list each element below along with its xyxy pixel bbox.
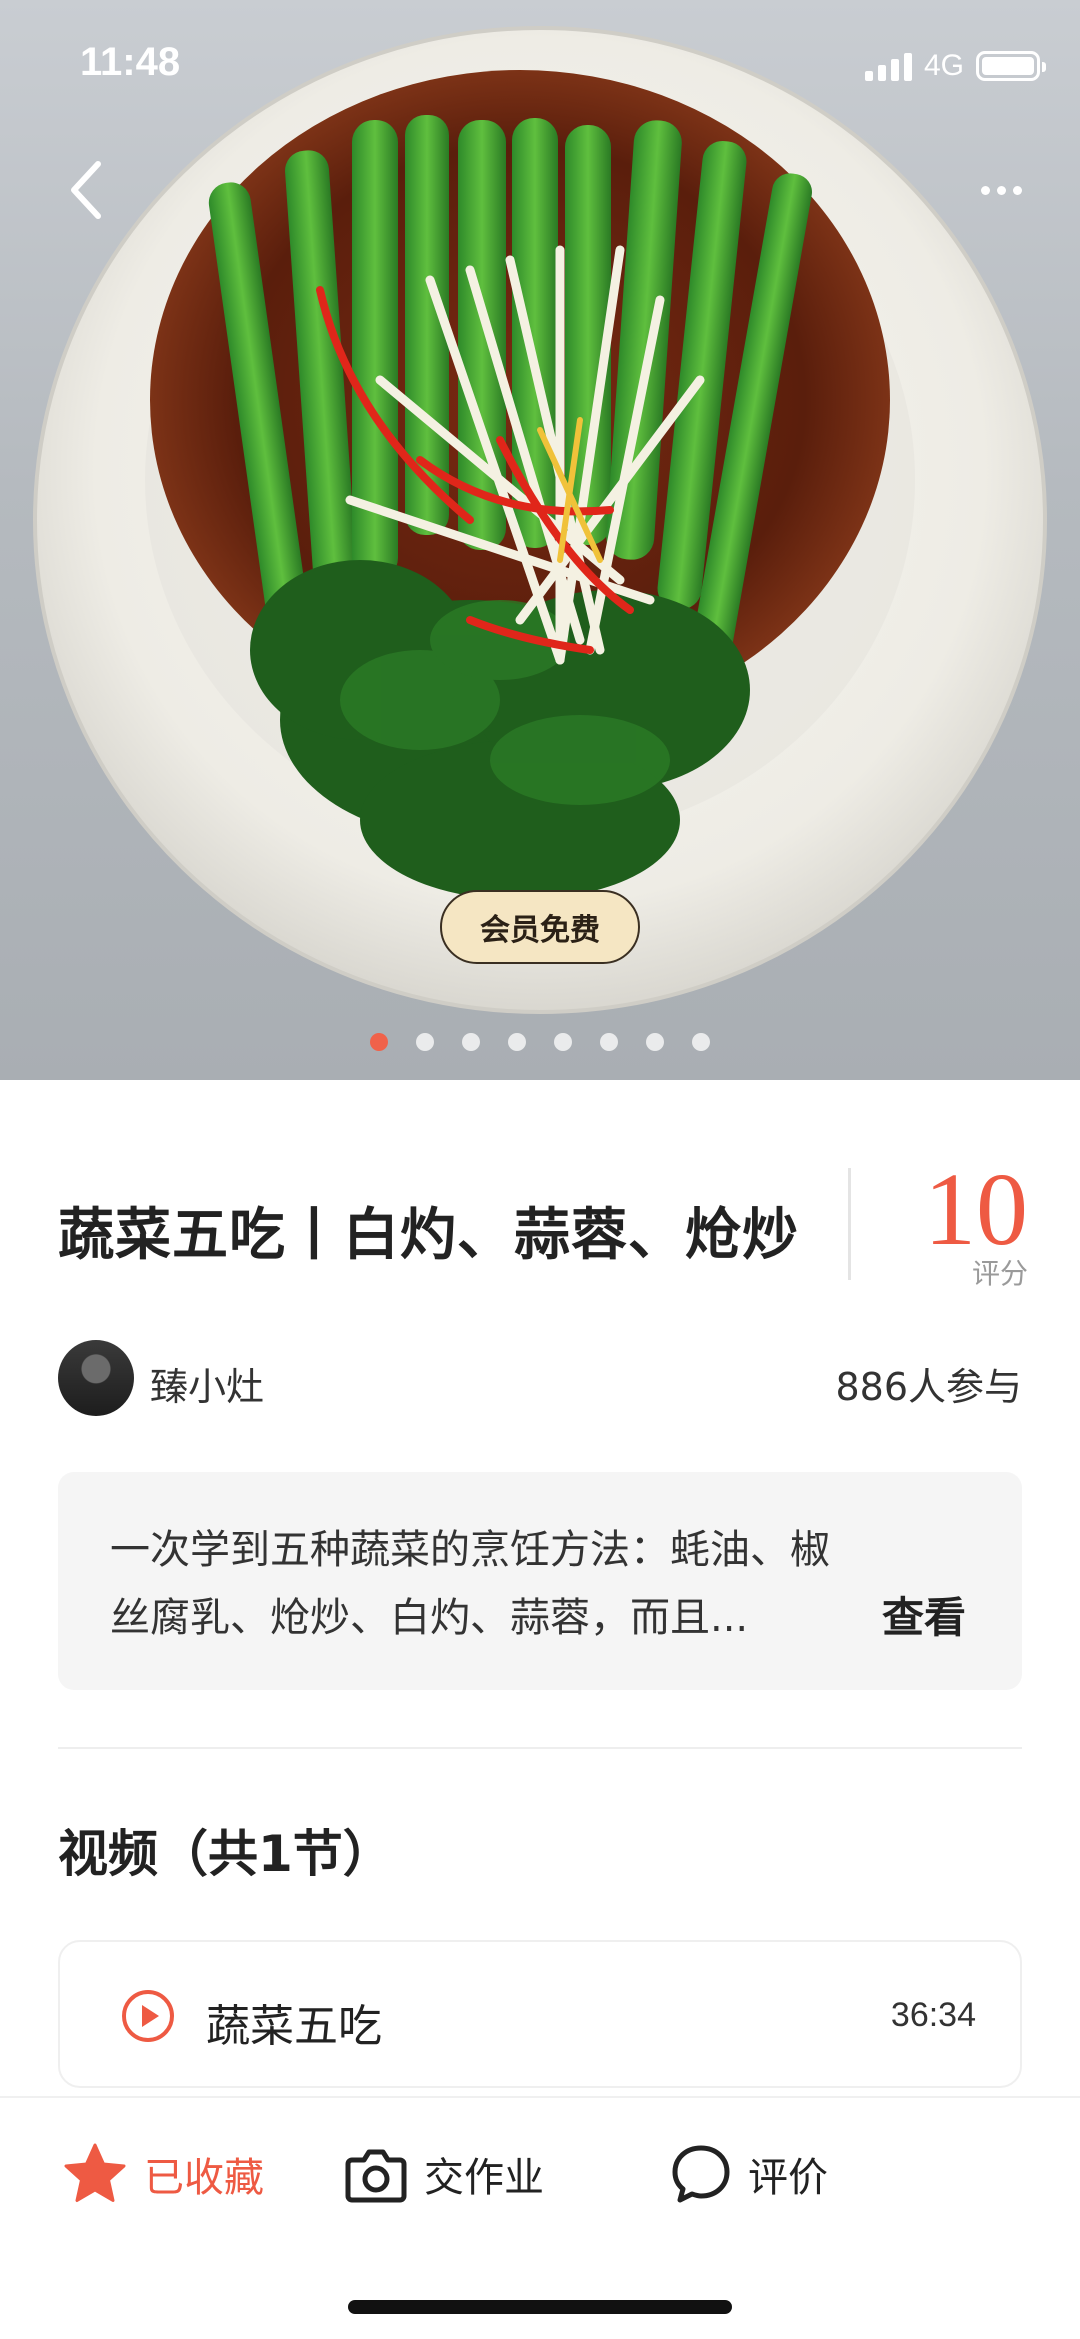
video-item[interactable]: 蔬菜五吃 36:34: [58, 1940, 1022, 2088]
member-free-badge: 会员免费: [440, 890, 640, 964]
carousel-dot[interactable]: [416, 1033, 434, 1051]
status-indicators: 4G: [864, 48, 1046, 84]
recipe-detail-page: 11:48 4G 会员免费 蔬菜五吃丨白灼、蒜蓉、炝炒 10 评分 臻小灶 88…: [0, 0, 1080, 2339]
star-icon: [64, 2143, 126, 2202]
video-section-title: 视频（共1节）: [58, 1825, 393, 1883]
carousel-dot[interactable]: [508, 1033, 526, 1051]
comment-icon: [672, 2145, 730, 2203]
home-indicator[interactable]: [348, 2300, 732, 2314]
title-divider: [848, 1168, 851, 1280]
back-button[interactable]: [56, 150, 116, 230]
carousel-dots: [0, 1033, 1080, 1051]
signal-icon: [864, 51, 912, 81]
collect-button[interactable]: 已收藏: [62, 2134, 264, 2214]
status-time: 11:48: [80, 40, 181, 84]
rating-label: 评分: [971, 1257, 1028, 1290]
participant-count: 886人参与: [835, 1365, 1022, 1409]
section-divider: [58, 1747, 1022, 1749]
hero-carousel[interactable]: 11:48 4G 会员免费: [0, 0, 1080, 1080]
network-label: 4G: [923, 49, 964, 82]
avatar[interactable]: [58, 1340, 134, 1416]
carousel-dot[interactable]: [554, 1033, 572, 1051]
homework-label: 交作业: [424, 2155, 544, 2201]
video-name: 蔬菜五吃: [206, 2001, 382, 2052]
review-label: 评价: [748, 2155, 828, 2201]
description-line: 一次学到五种蔬菜的烹饪方法：蚝油、椒: [110, 1527, 830, 1573]
author-row[interactable]: 臻小灶 886人参与: [58, 1340, 1022, 1416]
description-box[interactable]: 一次学到五种蔬菜的烹饪方法：蚝油、椒 丝腐乳、炝炒、白灼、蒜蓉，而且... 查看: [58, 1472, 1022, 1690]
camera-icon: [345, 2149, 407, 2203]
battery-icon: [976, 51, 1046, 81]
title-row: 蔬菜五吃丨白灼、蒜蓉、炝炒 10 评分: [58, 1152, 1028, 1291]
more-button[interactable]: [966, 160, 1036, 220]
submit-homework-button[interactable]: 交作业: [344, 2134, 544, 2214]
review-button[interactable]: 评价: [670, 2134, 828, 2214]
view-more-link[interactable]: 查看: [882, 1584, 966, 1645]
carousel-dot[interactable]: [692, 1033, 710, 1051]
back-icon: [71, 161, 101, 219]
rating-score: 10: [924, 1152, 1028, 1267]
carousel-dot[interactable]: [600, 1033, 618, 1051]
collect-label: 已收藏: [144, 2155, 264, 2201]
status-bar: 11:48 4G: [0, 0, 1080, 130]
carousel-dot[interactable]: [646, 1033, 664, 1051]
description-line: 丝腐乳、炝炒、白灼、蒜蓉，而且...: [110, 1595, 749, 1641]
play-icon: [122, 1990, 174, 2042]
more-icon: [980, 185, 990, 195]
carousel-dot[interactable]: [462, 1033, 480, 1051]
video-duration: 36:34: [890, 1996, 976, 2034]
recipe-title: 蔬菜五吃丨白灼、蒜蓉、炝炒: [58, 1203, 799, 1268]
carousel-dot[interactable]: [370, 1033, 388, 1051]
author-name[interactable]: 臻小灶: [150, 1356, 264, 1411]
